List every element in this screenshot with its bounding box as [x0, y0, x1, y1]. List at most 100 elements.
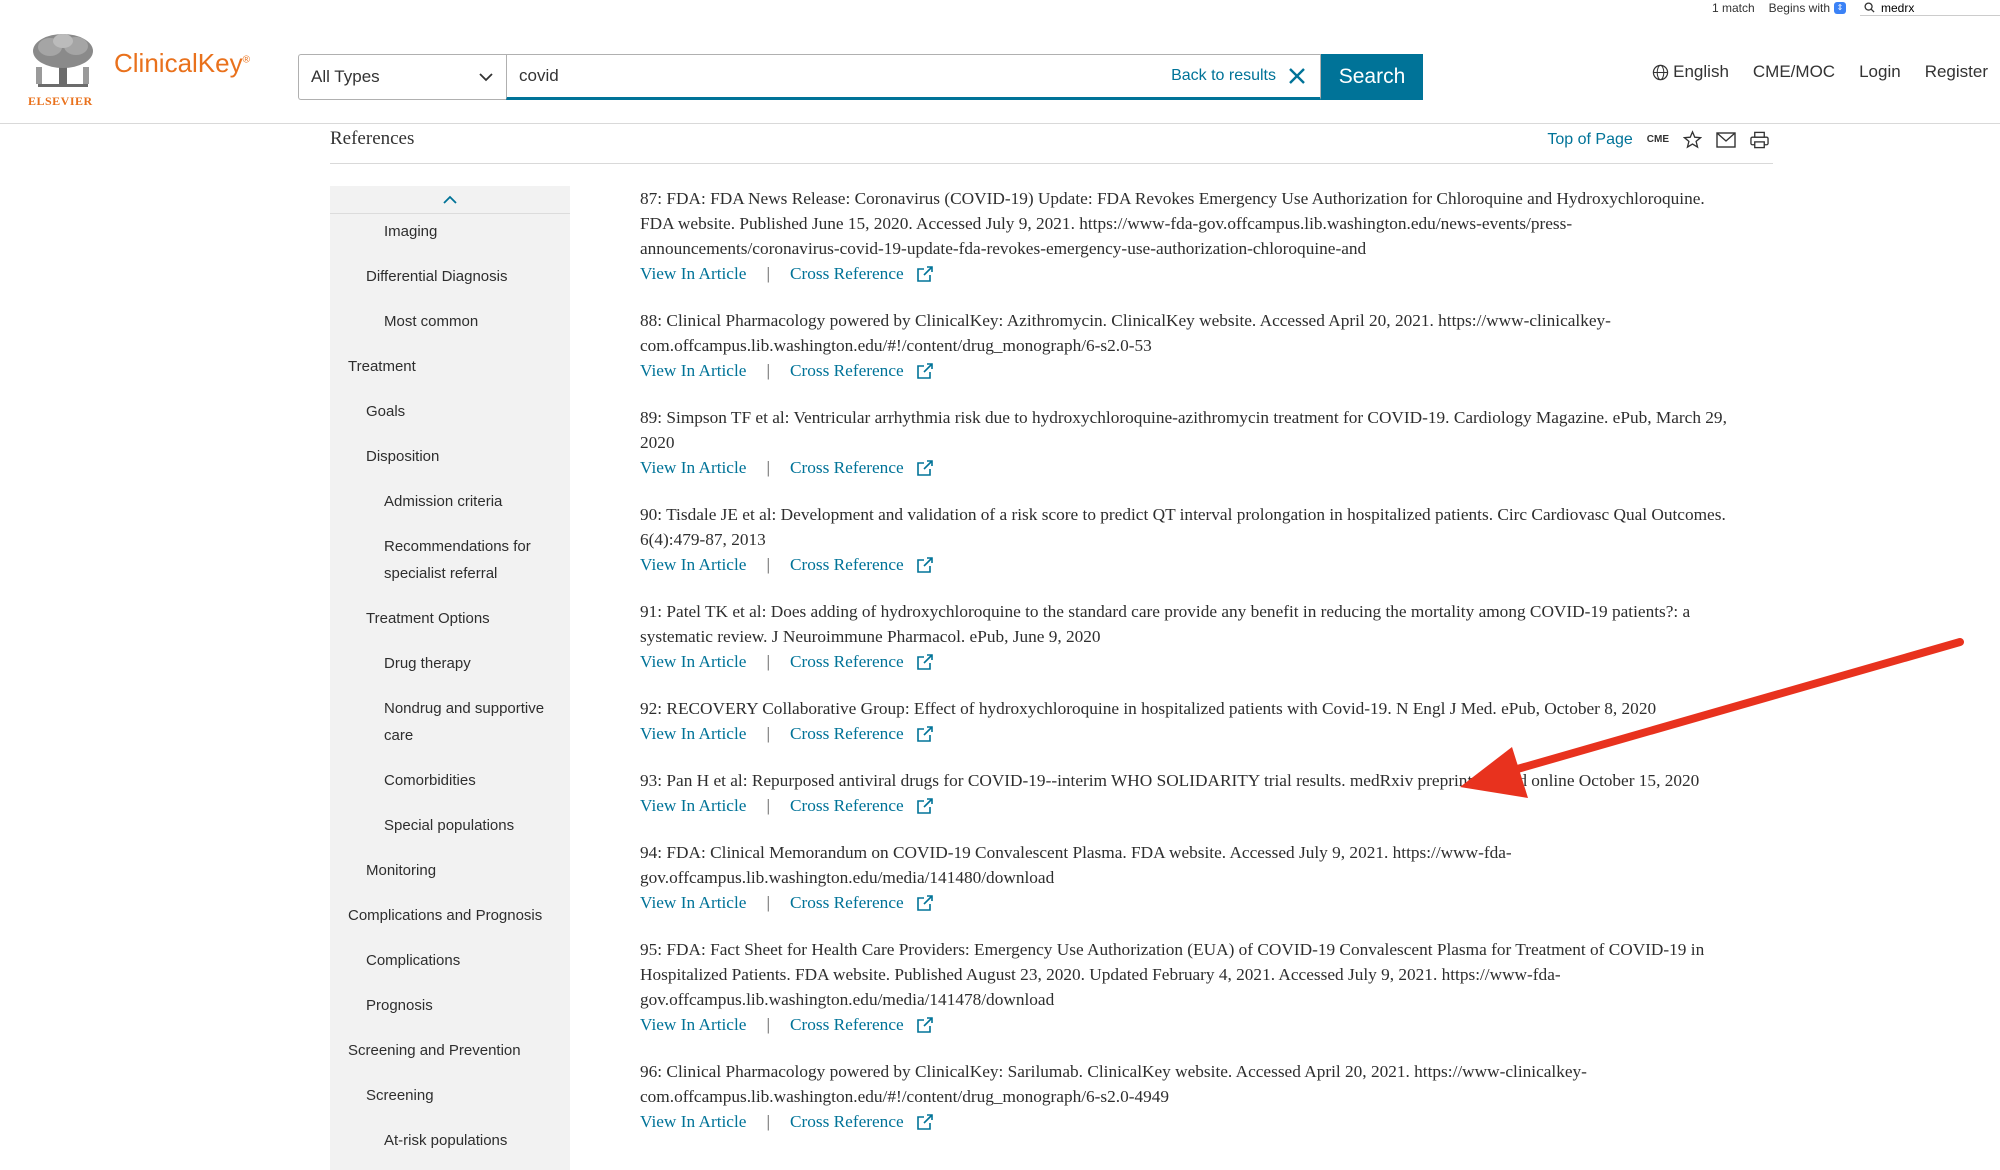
- cross-reference-link[interactable]: Cross Reference: [790, 793, 904, 818]
- reference-item: 90: Tisdale JE et al: Development and va…: [640, 502, 1740, 577]
- view-in-article-link[interactable]: View In Article: [640, 455, 746, 480]
- content-type-select[interactable]: All Types: [298, 54, 506, 100]
- view-in-article-link[interactable]: View In Article: [640, 358, 746, 383]
- reference-citation: FDA: FDA News Release: Coronavirus (COVI…: [640, 189, 1705, 258]
- toc-item[interactable]: Nondrug and supportive care: [330, 691, 570, 763]
- sidebar-scroll-up[interactable]: [330, 186, 570, 214]
- cross-reference-link[interactable]: Cross Reference: [790, 649, 904, 674]
- reference-number: 89:: [640, 408, 663, 427]
- globe-icon: [1652, 64, 1669, 80]
- external-link-icon[interactable]: [916, 1016, 934, 1034]
- external-link-icon[interactable]: [916, 362, 934, 380]
- toc-item[interactable]: Complications: [330, 943, 570, 988]
- find-match-count: 1 match: [1711, 1, 1755, 15]
- find-field[interactable]: [1860, 0, 2000, 16]
- view-in-article-link[interactable]: View In Article: [640, 890, 746, 915]
- cme-button[interactable]: CME: [1647, 134, 1669, 145]
- external-link-icon[interactable]: [916, 797, 934, 815]
- cross-reference-link[interactable]: Cross Reference: [790, 890, 904, 915]
- elsevier-tree-logo-icon[interactable]: [28, 31, 98, 91]
- link-separator: |: [766, 724, 770, 743]
- email-icon[interactable]: [1716, 131, 1736, 148]
- top-of-page-link[interactable]: Top of Page: [1547, 131, 1632, 149]
- toc-item[interactable]: Treatment Options: [330, 601, 570, 646]
- reference-text: 88: Clinical Pharmacology powered by Cli…: [640, 308, 1740, 358]
- external-link-icon[interactable]: [916, 894, 934, 912]
- cross-reference-link[interactable]: Cross Reference: [790, 721, 904, 746]
- cross-reference-link[interactable]: Cross Reference: [790, 1012, 904, 1037]
- toc-item[interactable]: At-risk populations: [330, 1123, 570, 1168]
- toc-item[interactable]: Complications and Prognosis: [330, 898, 570, 943]
- reference-text: 96: Clinical Pharmacology powered by Cli…: [640, 1059, 1740, 1109]
- search-input[interactable]: [519, 66, 1172, 86]
- reference-text: 90: Tisdale JE et al: Development and va…: [640, 502, 1740, 552]
- reference-citation: Patel TK et al: Does adding of hydroxych…: [640, 602, 1691, 646]
- section-title: References: [330, 128, 415, 149]
- view-in-article-link[interactable]: View In Article: [640, 649, 746, 674]
- cross-reference-link[interactable]: Cross Reference: [790, 552, 904, 577]
- back-to-results-link[interactable]: Back to results: [1171, 67, 1276, 85]
- toc-item[interactable]: Screening: [330, 1078, 570, 1123]
- external-link-icon[interactable]: [916, 265, 934, 283]
- toc-item[interactable]: Comorbidities: [330, 763, 570, 808]
- toc-item[interactable]: Disposition: [330, 439, 570, 484]
- search-icon: [1864, 2, 1875, 13]
- reference-citation: Tisdale JE et al: Development and valida…: [640, 505, 1726, 549]
- search-button[interactable]: Search: [1321, 54, 1423, 100]
- external-link-icon[interactable]: [916, 653, 934, 671]
- star-icon[interactable]: [1683, 130, 1702, 149]
- find-mode-select[interactable]: Begins with ⇕: [1769, 1, 1846, 15]
- view-in-article-link[interactable]: View In Article: [640, 1012, 746, 1037]
- view-in-article-link[interactable]: View In Article: [640, 793, 746, 818]
- view-in-article-link[interactable]: View In Article: [640, 552, 746, 577]
- toc-item[interactable]: Special populations: [330, 808, 570, 853]
- external-link-icon[interactable]: [916, 459, 934, 477]
- reference-text: 87: FDA: FDA News Release: Coronavirus (…: [640, 186, 1740, 261]
- reference-citation: Simpson TF et al: Ventricular arrhythmia…: [640, 408, 1727, 452]
- reference-number: 96:: [640, 1062, 663, 1081]
- toc-item[interactable]: Monitoring: [330, 853, 570, 898]
- clinicalkey-logo[interactable]: ClinicalKey®: [114, 48, 250, 79]
- reference-number: 91:: [640, 602, 663, 621]
- cross-reference-link[interactable]: Cross Reference: [790, 1109, 904, 1134]
- toc-item[interactable]: Goals: [330, 394, 570, 439]
- reference-citation: FDA: Fact Sheet for Health Care Provider…: [640, 940, 1705, 1009]
- external-link-icon[interactable]: [916, 725, 934, 743]
- reference-item: 88: Clinical Pharmacology powered by Cli…: [640, 308, 1740, 383]
- login-link[interactable]: Login: [1859, 62, 1901, 82]
- toc-item[interactable]: Prognosis: [330, 988, 570, 1033]
- toc-item[interactable]: Treatment: [330, 349, 570, 394]
- toc-item[interactable]: Differential Diagnosis: [330, 259, 570, 304]
- reference-number: 95:: [640, 940, 663, 959]
- language-selector[interactable]: English: [1652, 62, 1729, 82]
- toc-item[interactable]: Drug therapy: [330, 646, 570, 691]
- view-in-article-link[interactable]: View In Article: [640, 721, 746, 746]
- cross-reference-link[interactable]: Cross Reference: [790, 455, 904, 480]
- link-separator: |: [766, 796, 770, 815]
- brand-name: ClinicalKey: [114, 48, 243, 78]
- view-in-article-link[interactable]: View In Article: [640, 1109, 746, 1134]
- cme-moc-link[interactable]: CME/MOC: [1753, 62, 1835, 82]
- elsevier-wordmark: ELSEVIER: [28, 94, 93, 108]
- cross-reference-link[interactable]: Cross Reference: [790, 261, 904, 286]
- external-link-icon[interactable]: [916, 1113, 934, 1131]
- external-link-icon[interactable]: [916, 556, 934, 574]
- toc-item[interactable]: Recommendations for specialist referral: [330, 529, 570, 601]
- header-nav: English CME/MOC Login Register: [1652, 62, 1988, 82]
- reference-links: View In Article | Cross Reference: [640, 552, 1740, 577]
- toc-item[interactable]: Screening and Prevention: [330, 1033, 570, 1078]
- close-icon[interactable]: [1286, 65, 1308, 87]
- toc-item[interactable]: Admission criteria: [330, 484, 570, 529]
- toc-item[interactable]: Most common: [330, 304, 570, 349]
- cross-reference-link[interactable]: Cross Reference: [790, 358, 904, 383]
- register-link[interactable]: Register: [1925, 62, 1988, 82]
- reference-text: 93: Pan H et al: Repurposed antiviral dr…: [640, 768, 1740, 793]
- view-in-article-link[interactable]: View In Article: [640, 261, 746, 286]
- print-icon[interactable]: [1750, 131, 1769, 149]
- search-bar: All Types Back to results Search: [298, 54, 1423, 100]
- toc-item[interactable]: Imaging: [330, 214, 570, 259]
- reference-item: 92: RECOVERY Collaborative Group: Effect…: [640, 696, 1740, 746]
- find-input[interactable]: [1881, 0, 1981, 15]
- reference-text: 89: Simpson TF et al: Ventricular arrhyt…: [640, 405, 1740, 455]
- link-separator: |: [766, 264, 770, 283]
